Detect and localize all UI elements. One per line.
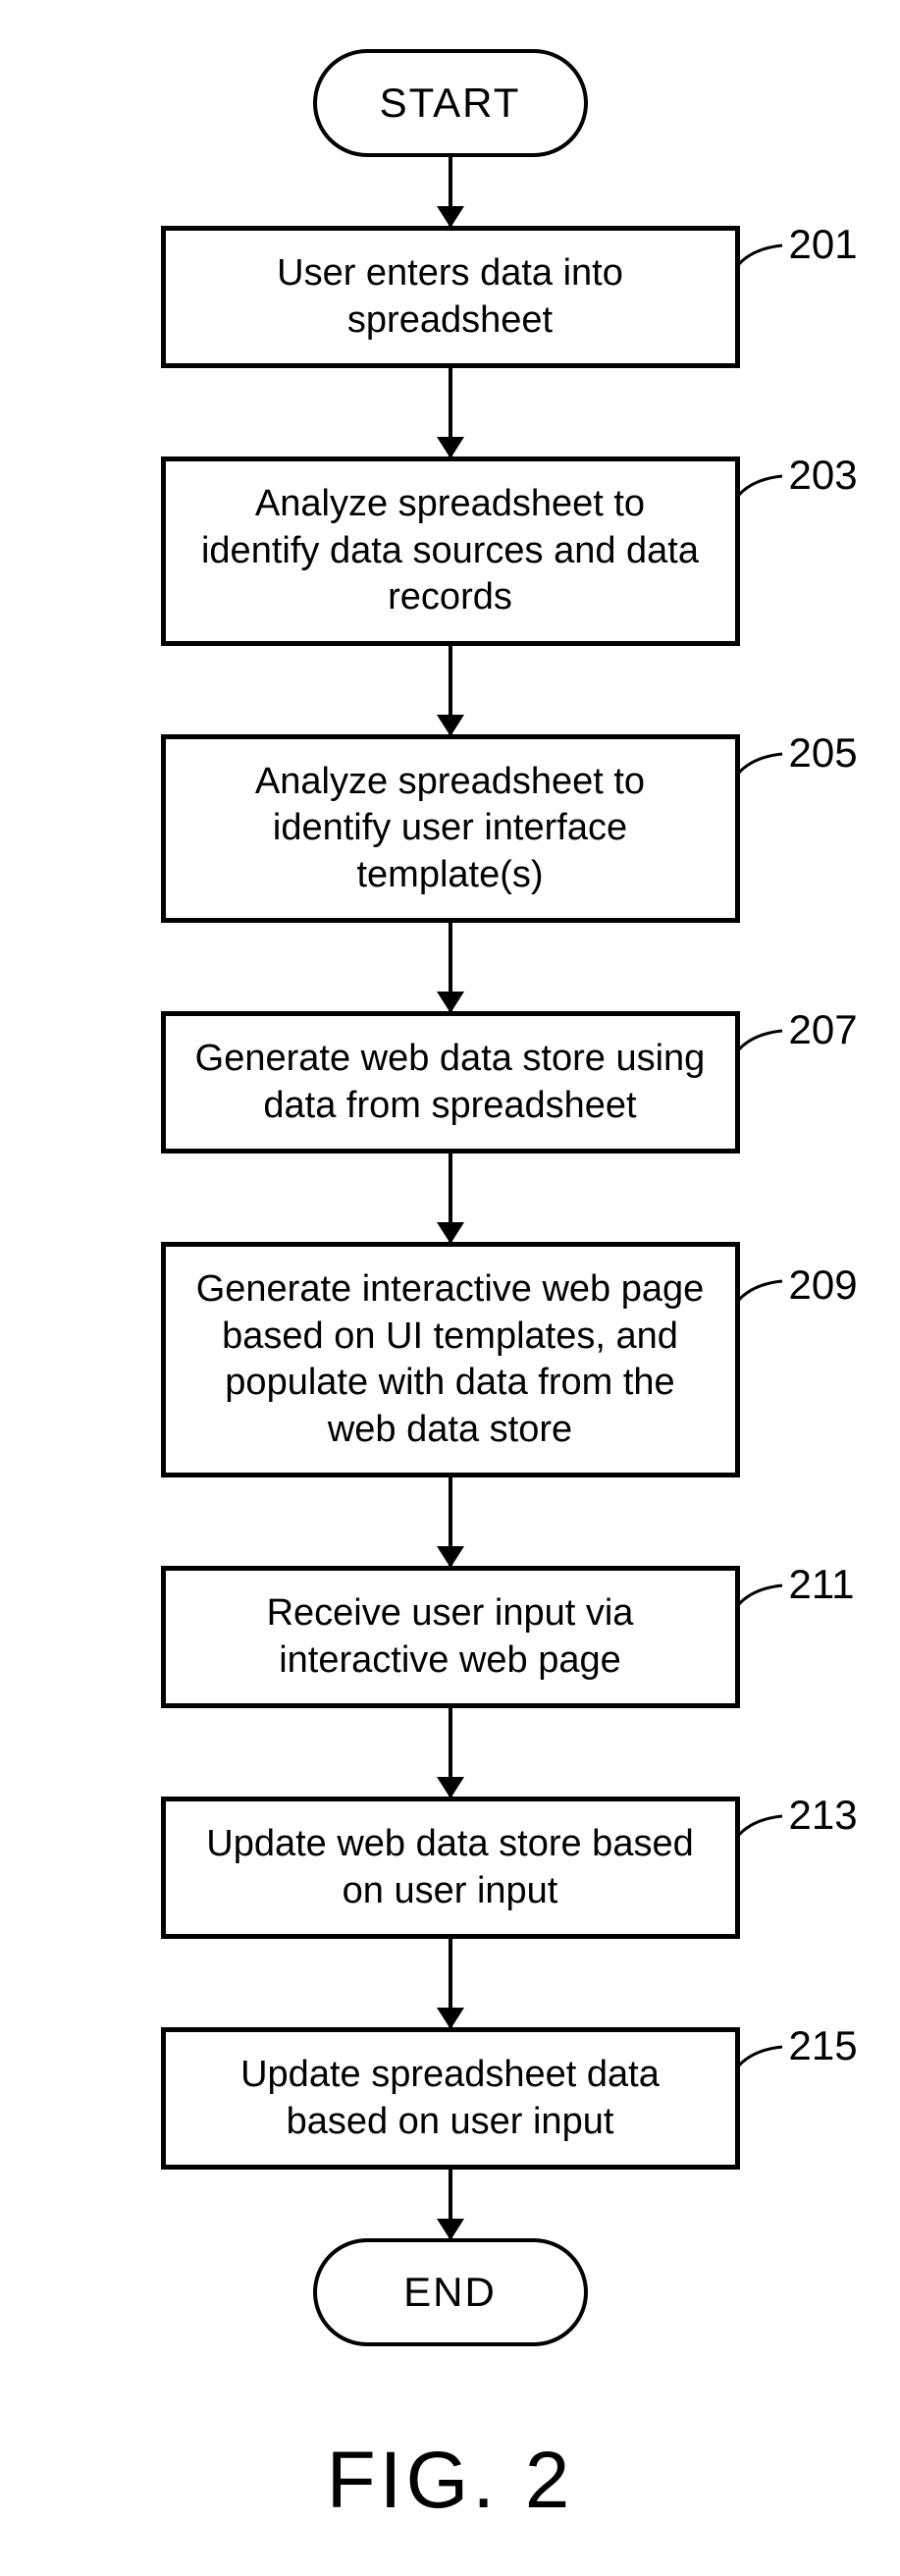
arrow-icon	[449, 2170, 452, 2238]
process-step: Update web data store based on user inpu…	[161, 1797, 740, 1939]
ref-connector-icon	[738, 474, 787, 504]
process-step: Generate web data store using data from …	[161, 1011, 740, 1154]
ref-connector-icon	[738, 752, 787, 781]
ref-connector-icon	[738, 1279, 787, 1309]
arrow-icon	[449, 923, 452, 1011]
process-text: Update spreadsheet data based on user in…	[195, 2052, 706, 2145]
ref-connector-icon	[738, 243, 787, 273]
arrow-icon	[449, 157, 452, 226]
arrow-icon	[449, 1477, 452, 1566]
process-step: Receive user input via interactive web p…	[161, 1566, 740, 1708]
process-text: Generate web data store using data from …	[195, 1036, 706, 1129]
start-label: START	[380, 80, 521, 127]
process-box: Generate interactive web page based on U…	[161, 1242, 740, 1477]
end-terminal: END	[313, 2238, 588, 2346]
arrow-icon	[449, 1939, 452, 2027]
reference-number: 201	[789, 221, 858, 268]
process-box: Generate web data store using data from …	[161, 1011, 740, 1154]
ref-connector-icon	[738, 2045, 787, 2074]
reference-number: 207	[789, 1006, 858, 1053]
process-box: Analyze spreadsheet to identify user int…	[161, 734, 740, 924]
arrow-icon	[449, 1708, 452, 1797]
process-text: Analyze spreadsheet to identify data sou…	[195, 481, 706, 621]
reference-number: 211	[789, 1561, 855, 1608]
arrow-icon	[449, 646, 452, 734]
process-box: Update web data store based on user inpu…	[161, 1797, 740, 1939]
process-text: Generate interactive web page based on U…	[195, 1266, 706, 1453]
process-text: User enters data into spreadsheet	[195, 250, 706, 344]
reference-number: 205	[789, 729, 858, 777]
process-step: Analyze spreadsheet to identify user int…	[161, 734, 740, 924]
ref-connector-icon	[738, 1814, 787, 1844]
reference-number: 209	[789, 1261, 858, 1309]
flowchart-container: START User enters data into spreadsheet …	[0, 49, 900, 2527]
process-box: Receive user input via interactive web p…	[161, 1566, 740, 1708]
process-step: Generate interactive web page based on U…	[161, 1242, 740, 1477]
end-label: END	[403, 2269, 497, 2316]
process-step: User enters data into spreadsheet 201	[161, 226, 740, 368]
ref-connector-icon	[738, 1029, 787, 1058]
process-text: Analyze spreadsheet to identify user int…	[195, 759, 706, 899]
reference-number: 213	[789, 1792, 858, 1839]
arrow-icon	[449, 1154, 452, 1242]
process-text: Receive user input via interactive web p…	[195, 1590, 706, 1684]
process-text: Update web data store based on user inpu…	[195, 1821, 706, 1914]
process-box: User enters data into spreadsheet	[161, 226, 740, 368]
figure-caption: FIG. 2	[327, 2435, 574, 2527]
reference-number: 203	[789, 452, 858, 499]
start-terminal: START	[313, 49, 588, 157]
process-step: Update spreadsheet data based on user in…	[161, 2027, 740, 2170]
reference-number: 215	[789, 2022, 858, 2069]
process-box: Update spreadsheet data based on user in…	[161, 2027, 740, 2170]
process-step: Analyze spreadsheet to identify data sou…	[161, 456, 740, 646]
ref-connector-icon	[738, 1583, 787, 1613]
process-box: Analyze spreadsheet to identify data sou…	[161, 456, 740, 646]
arrow-icon	[449, 368, 452, 456]
